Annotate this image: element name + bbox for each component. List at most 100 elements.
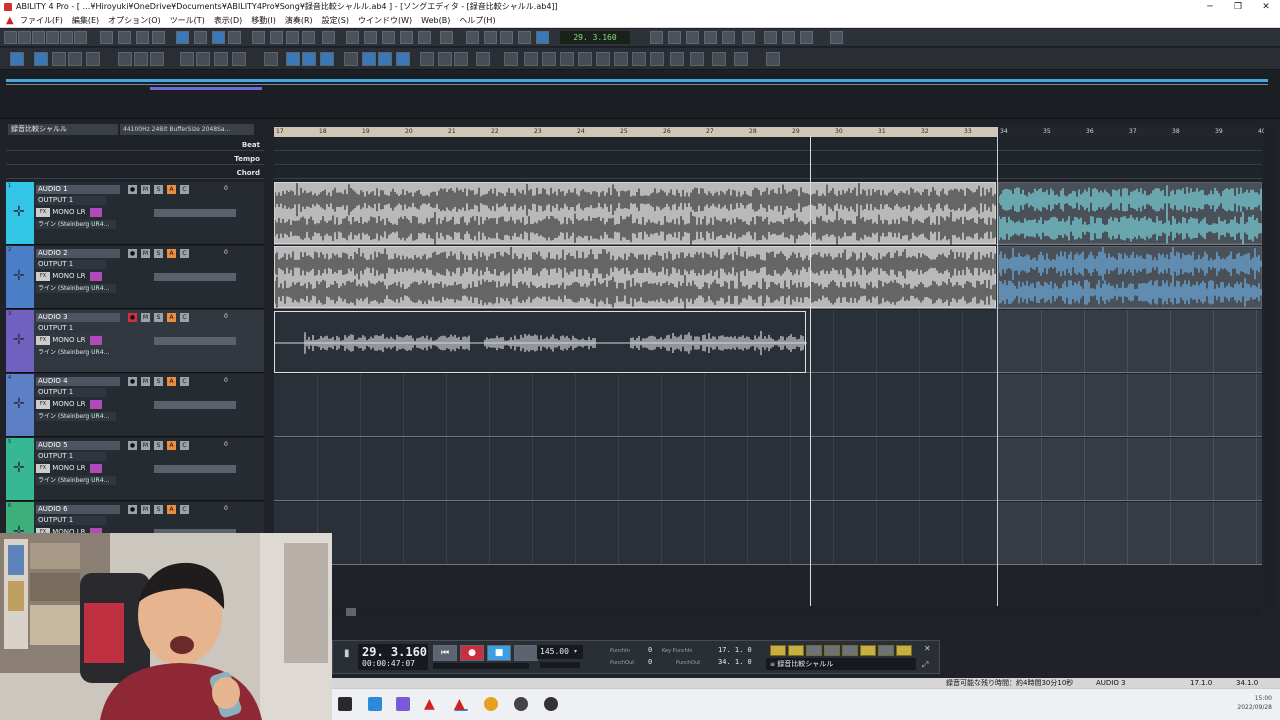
transport-expand-icon[interactable]: ⤢ xyxy=(922,660,928,670)
toolbar-button-3[interactable] xyxy=(46,31,59,44)
edit-toolbar-button-4[interactable] xyxy=(86,52,100,66)
track-5-btn-4[interactable]: C xyxy=(180,441,189,450)
audio-clip-track-2-outside[interactable] xyxy=(998,246,1262,308)
track-1-btn-0[interactable]: ● xyxy=(128,185,137,194)
loop-button[interactable] xyxy=(770,645,786,656)
track-5-monitor-button[interactable] xyxy=(89,464,102,473)
metronome-button[interactable] xyxy=(806,645,822,656)
key-punch-button[interactable] xyxy=(860,645,876,656)
menu-item-9[interactable]: Web(B) xyxy=(421,14,450,28)
transport-grip-icon[interactable]: ▮ xyxy=(344,648,350,659)
toolbar-button-14[interactable] xyxy=(252,31,265,44)
track-lane-outside-5[interactable] xyxy=(998,438,1262,501)
toolbar-button-32[interactable] xyxy=(686,31,699,44)
toolbar-button-16[interactable] xyxy=(286,31,299,44)
track-header-1[interactable]: 1 ✛ AUDIO 1 ● M S A C 0 OUTPUT 1 FX MONO LR … xyxy=(6,182,264,245)
track-header-4[interactable]: 4 ✛ AUDIO 4 ● M S A C 0 OUTPUT 1 FX MONO LR … xyxy=(6,374,264,437)
track-1-name[interactable]: AUDIO 1 xyxy=(36,185,120,194)
toolbar-button-10[interactable] xyxy=(176,31,189,44)
track-4-btn-0[interactable]: ● xyxy=(128,377,137,386)
track-1-output[interactable]: OUTPUT 1 xyxy=(36,196,106,205)
track-3-btn-2[interactable]: S xyxy=(154,313,163,322)
stop-button[interactable]: ■ xyxy=(487,645,511,661)
edit-toolbar-button-7[interactable] xyxy=(150,52,164,66)
track-4-move-icon[interactable]: ✛ xyxy=(13,396,25,412)
edit-toolbar-button-33[interactable] xyxy=(670,52,684,66)
track-5-btn-1[interactable]: M xyxy=(141,441,150,450)
taskbar-app-icon-1[interactable] xyxy=(338,697,352,711)
toolbar-button-28[interactable] xyxy=(518,31,531,44)
track-2-btn-0[interactable]: ● xyxy=(128,249,137,258)
maximize-button[interactable]: ❐ xyxy=(1224,0,1252,14)
toolbar-button-11[interactable] xyxy=(194,31,207,44)
track-5-btn-0[interactable]: ● xyxy=(128,441,137,450)
toolbar-button-26[interactable] xyxy=(484,31,497,44)
track-6-name[interactable]: AUDIO 6 xyxy=(36,505,120,514)
toolbar-button-23[interactable] xyxy=(418,31,431,44)
taskbar-ability-icon[interactable]: ▲ xyxy=(424,697,438,711)
track-6-btn-2[interactable]: S xyxy=(154,505,163,514)
taskbar-app-icon-6[interactable] xyxy=(484,697,498,711)
track-lane-outside-4[interactable] xyxy=(998,374,1262,437)
menu-item-3[interactable]: ツール(T) xyxy=(170,14,205,28)
auto-button[interactable] xyxy=(896,645,912,656)
taskbar-app-icon-3[interactable] xyxy=(396,697,410,711)
tempo-dropdown-icon[interactable]: ▾ xyxy=(574,648,577,655)
track-3-fx-button[interactable]: FX xyxy=(36,336,50,345)
edit-toolbar-button-21[interactable] xyxy=(438,52,452,66)
transport-locator-slider[interactable] xyxy=(433,663,529,669)
track-1-btn-1[interactable]: M xyxy=(141,185,150,194)
menu-item-1[interactable]: 編集(E) xyxy=(72,14,99,28)
measure-ruler[interactable]: 17 18 19 20 21 22 23 24 25 26 27 28 29 30 31 32 33 xyxy=(274,127,998,137)
track-4-output[interactable]: OUTPUT 1 xyxy=(36,388,106,397)
track-1-monitor-button[interactable] xyxy=(89,208,102,217)
minimize-button[interactable]: ─ xyxy=(1196,0,1224,14)
track-3-name[interactable]: AUDIO 3 xyxy=(36,313,120,322)
track-3-monitor-button[interactable] xyxy=(89,336,102,345)
taskbar-clock[interactable]: 15:00 2022/09/28 xyxy=(1237,694,1272,712)
toolbar-button-7[interactable] xyxy=(118,31,131,44)
menu-item-0[interactable]: ファイル(F) xyxy=(20,14,63,28)
edit-toolbar-button-22[interactable] xyxy=(454,52,468,66)
edit-toolbar-button-1[interactable] xyxy=(34,52,48,66)
toolbar-button-0[interactable] xyxy=(4,31,17,44)
sync-button[interactable] xyxy=(842,645,858,656)
toolbar-button-19[interactable] xyxy=(346,31,359,44)
toolbar-button-30[interactable] xyxy=(650,31,663,44)
menu-item-7[interactable]: 設定(S) xyxy=(322,14,349,28)
measure-ruler-outside[interactable]: 34 35 36 37 38 39 40 xyxy=(998,127,1266,137)
edit-toolbar-button-18[interactable] xyxy=(378,52,392,66)
menu-item-6[interactable]: 演奏(R) xyxy=(285,14,313,28)
edit-toolbar-button-31[interactable] xyxy=(632,52,646,66)
track-2-btn-2[interactable]: S xyxy=(154,249,163,258)
toolbar-button-21[interactable] xyxy=(382,31,395,44)
track-3-volume-slider[interactable] xyxy=(154,337,236,345)
key-punch-out-value[interactable]: 34. 1. 0 xyxy=(718,658,752,666)
edit-toolbar-button-10[interactable] xyxy=(214,52,228,66)
toolbar-button-9[interactable] xyxy=(152,31,165,44)
tempo-lane[interactable] xyxy=(274,153,1262,165)
toolbar-button-15[interactable] xyxy=(270,31,283,44)
track-1-input[interactable]: ライン (Steinberg UR4... xyxy=(36,220,116,229)
toolbar-button-2[interactable] xyxy=(32,31,45,44)
track-2-fx-button[interactable]: FX xyxy=(36,272,50,281)
song-name-field[interactable]: 録音比較シャルル xyxy=(8,124,118,135)
key-punch-in-value[interactable]: 17. 1. 0 xyxy=(718,646,752,654)
toolbar-button-17[interactable] xyxy=(302,31,315,44)
monitor-button[interactable] xyxy=(878,645,894,656)
track-1-fx-button[interactable]: FX xyxy=(36,208,50,217)
vertical-scrollbar[interactable] xyxy=(1264,127,1276,606)
taskbar-ability-active-icon[interactable]: ▲ xyxy=(454,697,468,711)
track-5-input[interactable]: ライン (Steinberg UR4... xyxy=(36,476,116,485)
tempo-slider[interactable] xyxy=(540,662,580,668)
toolbar-button-1[interactable] xyxy=(18,31,31,44)
edit-toolbar-button-28[interactable] xyxy=(578,52,592,66)
edit-toolbar-button-30[interactable] xyxy=(614,52,628,66)
edit-toolbar-button-5[interactable] xyxy=(118,52,132,66)
track-lane-outside-6[interactable] xyxy=(998,502,1262,565)
edit-toolbar-button-24[interactable] xyxy=(504,52,518,66)
punch-in-value[interactable]: 0 xyxy=(648,646,652,654)
edit-toolbar-button-36[interactable] xyxy=(734,52,748,66)
track-1-channel[interactable]: MONO LR xyxy=(52,208,85,216)
toolbar-button-12[interactable] xyxy=(212,31,225,44)
